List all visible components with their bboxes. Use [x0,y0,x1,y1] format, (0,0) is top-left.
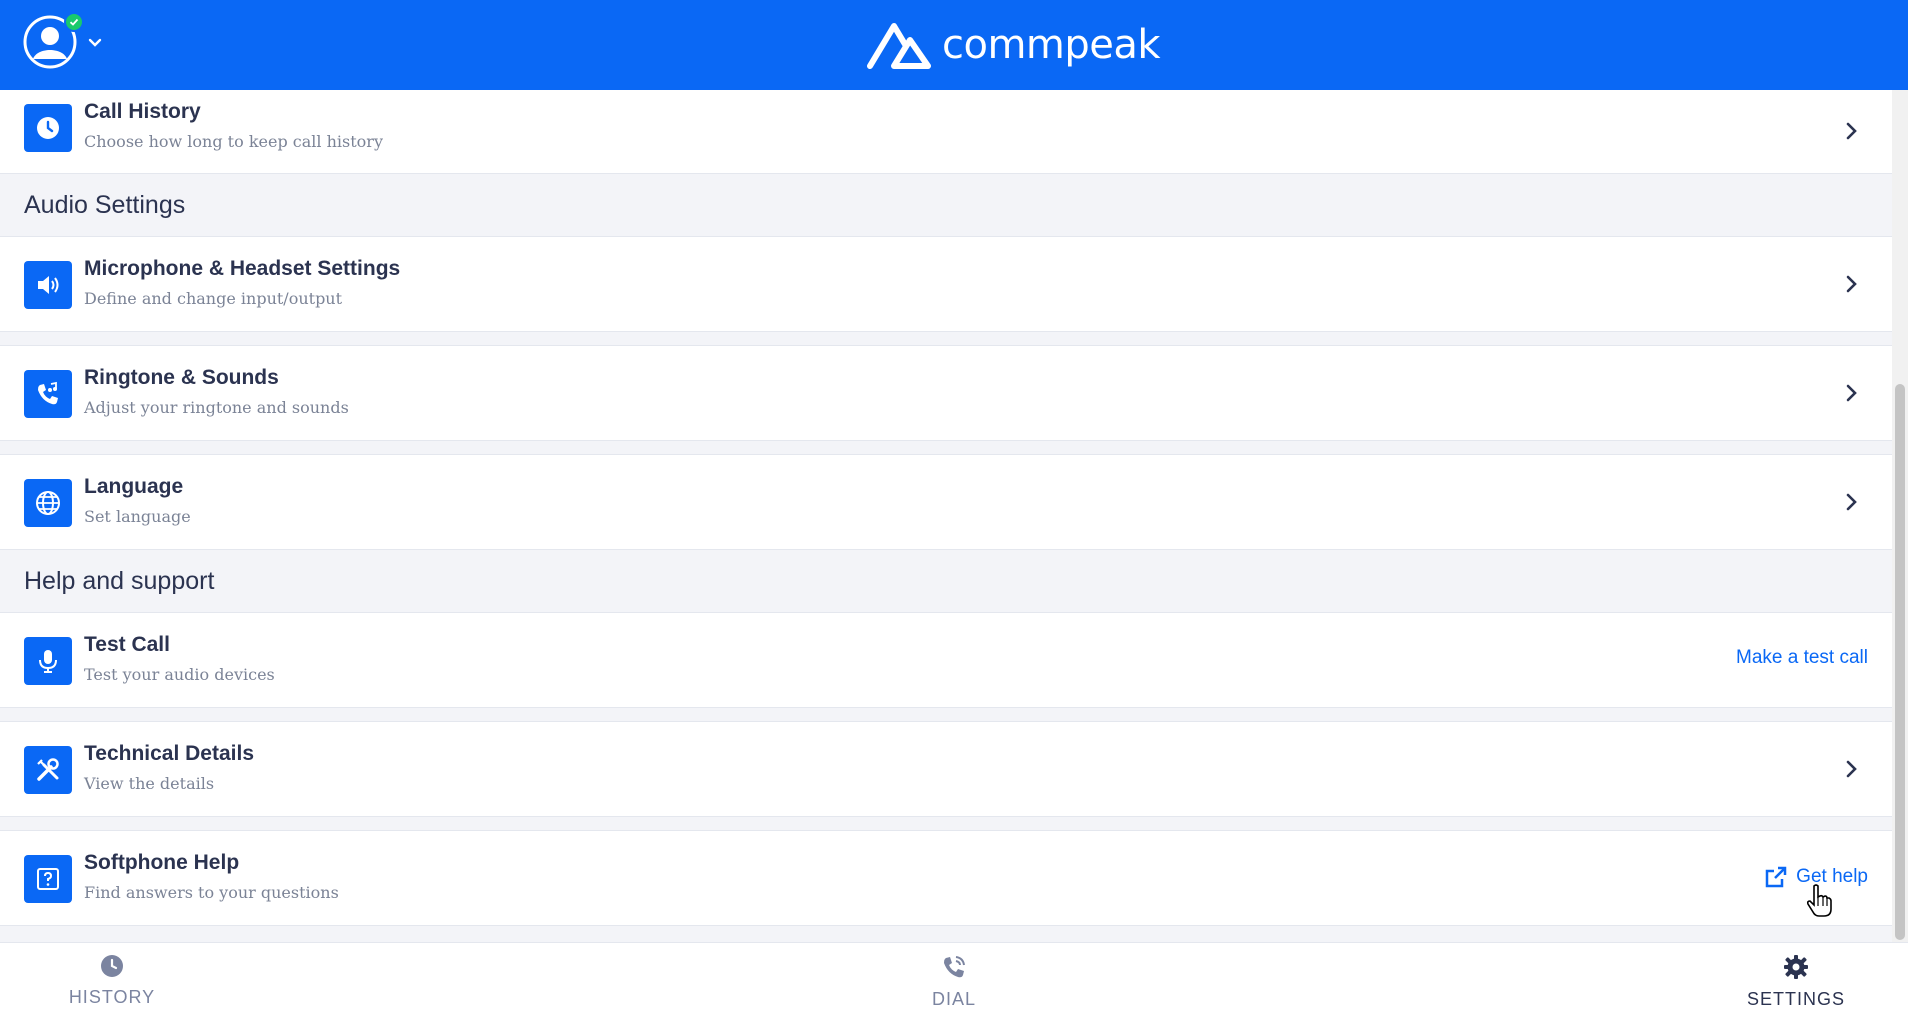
chevron-right-icon [1846,384,1857,402]
brand-name: commpeak [942,22,1161,68]
nav-history[interactable]: HISTORY [32,953,192,1017]
question-icon [24,855,72,903]
softphone-help-title: Softphone Help [84,851,240,874]
call-history-title: Call History [84,100,201,123]
nav-settings-label: SETTINGS [1746,989,1845,1009]
user-avatar-button[interactable] [22,12,84,74]
clock-icon [101,955,123,977]
settings-item-softphone-help: Softphone Help Find answers to your ques… [0,830,1892,926]
section-header-audio: Audio Settings [24,190,186,219]
microphone-title: Microphone & Headset Settings [84,257,401,280]
chevron-right-icon [1846,493,1857,511]
softphone-help-subtitle: Find answers to your questions [84,883,339,902]
chevron-right-icon [1846,760,1857,778]
clock-icon [24,104,72,152]
nav-dial[interactable]: DIAL [874,953,1034,1017]
microphone-icon [24,637,72,685]
test-call-title: Test Call [84,633,170,656]
chevron-right-icon [1846,122,1857,140]
top-bar: commpeak [0,0,1908,90]
speaker-icon [24,261,72,309]
tools-icon [24,746,72,794]
bottom-navigation: HISTORY DIAL SETTINGS [0,942,1908,1022]
gear-icon [1784,955,1808,979]
commpeak-logo-icon [867,23,931,69]
settings-item-call-history[interactable]: Call History Choose how long to keep cal… [0,90,1892,174]
call-history-subtitle: Choose how long to keep call history [84,132,383,151]
language-title: Language [84,475,184,498]
get-help-label: Get help [1796,866,1868,887]
phone-dial-icon [944,956,965,978]
phone-music-icon [24,370,72,418]
brand-logo: commpeak [866,18,1161,72]
language-subtitle: Set language [84,507,191,526]
check-icon [69,18,79,26]
external-link-icon [1765,866,1787,888]
ringtone-title: Ringtone & Sounds [84,366,279,389]
settings-item-technical-details[interactable]: Technical Details View the details [0,721,1892,817]
globe-icon [24,479,72,527]
test-call-subtitle: Test your audio devices [84,665,275,684]
technical-details-subtitle: View the details [84,774,215,793]
technical-details-title: Technical Details [84,742,255,765]
nav-history-label: HISTORY [68,987,156,1007]
chevron-right-icon [1846,275,1857,293]
ringtone-subtitle: Adjust your ringtone and sounds [84,398,349,417]
scrollbar-thumb[interactable] [1895,384,1905,940]
settings-item-microphone[interactable]: Microphone & Headset Settings Define and… [0,236,1892,332]
nav-dial-label: DIAL [931,989,977,1009]
get-help-link[interactable]: Get help [1764,865,1868,889]
settings-item-test-call: Test Call Test your audio devices Make a… [0,612,1892,708]
section-header-help: Help and support [24,566,215,595]
settings-list: Call History Choose how long to keep cal… [0,90,1892,942]
online-status-badge [64,12,84,32]
chevron-down-icon[interactable] [86,34,104,52]
nav-settings[interactable]: SETTINGS [1716,953,1876,1017]
make-test-call-link[interactable]: Make a test call [1736,647,1868,669]
settings-item-language[interactable]: Language Set language [0,454,1892,550]
settings-item-ringtone[interactable]: Ringtone & Sounds Adjust your ringtone a… [0,345,1892,441]
microphone-subtitle: Define and change input/output [84,289,343,308]
